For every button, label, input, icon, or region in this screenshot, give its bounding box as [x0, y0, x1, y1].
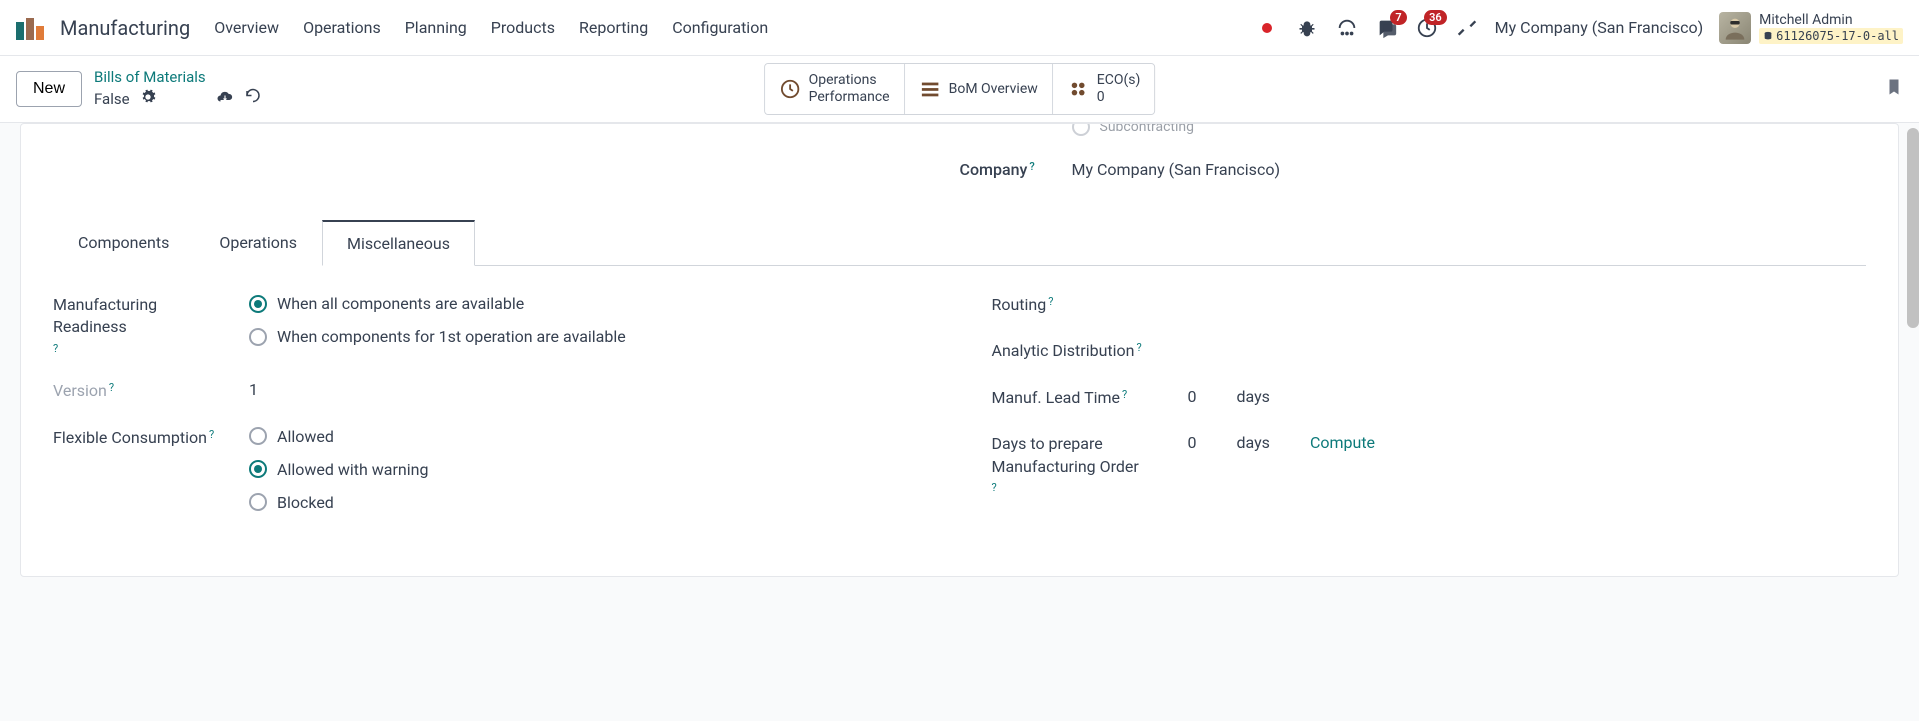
- stat-ecos[interactable]: ECO(s) 0: [1053, 64, 1155, 114]
- help-icon[interactable]: ?: [1029, 160, 1034, 173]
- radio-circle-icon: [1072, 123, 1090, 136]
- readiness-radio-group: When all components are available When c…: [249, 294, 928, 346]
- company-value[interactable]: My Company (San Francisco): [1072, 160, 1281, 179]
- tab-operations[interactable]: Operations: [194, 220, 322, 266]
- help-icon[interactable]: ?: [1122, 387, 1127, 402]
- db-name: 61126075-17-0-all: [1759, 28, 1903, 44]
- activities-badge: 36: [1424, 10, 1447, 25]
- lead-time-unit: days: [1237, 387, 1270, 406]
- stat-label: Performance: [809, 89, 890, 106]
- nav-operations[interactable]: Operations: [303, 18, 381, 37]
- breadcrumb-parent[interactable]: Bills of Materials: [94, 68, 262, 86]
- user-menu[interactable]: Mitchell Admin 61126075-17-0-all: [1719, 12, 1903, 44]
- nav-menu: Overview Operations Planning Products Re…: [214, 18, 768, 37]
- discard-icon[interactable]: [244, 88, 262, 110]
- stat-operations-performance[interactable]: Operations Performance: [765, 64, 905, 114]
- radio-subcontracting[interactable]: Subcontracting: [960, 123, 1867, 136]
- form-sheet: Subcontracting Company? My Company (San …: [20, 123, 1899, 577]
- misc-right-column: Routing? Analytic Distribution? Manuf. L…: [992, 294, 1867, 536]
- topbar-right: 7 36 My Company (San Francisco) Mitchell…: [1255, 12, 1903, 44]
- flex-allowed-warning[interactable]: Allowed with warning: [249, 460, 928, 479]
- breadcrumb: Bills of Materials False: [94, 68, 262, 110]
- flex-allowed[interactable]: Allowed: [249, 427, 928, 446]
- nav-configuration[interactable]: Configuration: [672, 18, 768, 37]
- field-days-to-prepare: Days to prepare Manufacturing Order? 0 d…: [992, 433, 1867, 495]
- stat-label: Operations: [809, 72, 890, 89]
- new-button[interactable]: New: [16, 71, 82, 107]
- field-analytic-distribution: Analytic Distribution?: [992, 340, 1867, 362]
- field-manuf-lead-time: Manuf. Lead Time? 0 days: [992, 387, 1867, 409]
- messages-icon[interactable]: 7: [1375, 16, 1399, 40]
- user-info: Mitchell Admin 61126075-17-0-all: [1759, 12, 1903, 44]
- nav-products[interactable]: Products: [491, 18, 555, 37]
- readiness-all-available[interactable]: When all components are available: [249, 294, 928, 313]
- help-icon[interactable]: ?: [109, 380, 114, 395]
- nav-planning[interactable]: Planning: [405, 18, 467, 37]
- company-switcher[interactable]: My Company (San Francisco): [1495, 18, 1704, 37]
- version-value: 1: [249, 380, 928, 399]
- radio-circle-icon: [249, 460, 267, 478]
- days-prepare-unit: days: [1237, 433, 1270, 452]
- readiness-first-operation[interactable]: When components for 1st operation are av…: [249, 327, 928, 346]
- help-icon[interactable]: ?: [53, 341, 58, 356]
- field-version: Version? 1: [53, 380, 928, 402]
- radio-circle-icon: [249, 295, 267, 313]
- tab-miscellaneous[interactable]: Miscellaneous: [322, 220, 475, 266]
- bug-icon[interactable]: [1295, 16, 1319, 40]
- stat-buttons: Operations Performance BoM Overview ECO(…: [764, 63, 1156, 115]
- flexible-consumption-radio-group: Allowed Allowed with warning Blocked: [249, 427, 928, 512]
- scrollbar[interactable]: [1907, 128, 1919, 328]
- field-manufacturing-readiness: Manufacturing Readiness? When all compon…: [53, 294, 928, 356]
- radio-label: Subcontracting: [1100, 123, 1195, 135]
- compute-button[interactable]: Compute: [1310, 433, 1375, 452]
- support-icon[interactable]: [1335, 16, 1359, 40]
- field-company: Company? My Company (San Francisco): [960, 160, 1867, 179]
- tab-components[interactable]: Components: [53, 220, 194, 266]
- app-name[interactable]: Manufacturing: [60, 16, 190, 40]
- bookmark-icon[interactable]: [1885, 86, 1903, 102]
- avatar-icon: [1719, 12, 1751, 44]
- flex-blocked[interactable]: Blocked: [249, 493, 928, 512]
- stat-value: 0: [1097, 89, 1141, 106]
- user-name: Mitchell Admin: [1759, 12, 1903, 28]
- misc-left-column: Manufacturing Readiness? When all compon…: [53, 294, 928, 536]
- messages-badge: 7: [1390, 10, 1406, 25]
- stat-bom-overview[interactable]: BoM Overview: [905, 64, 1053, 114]
- cloud-save-icon[interactable]: [216, 88, 234, 110]
- radio-circle-icon: [249, 493, 267, 511]
- help-icon[interactable]: ?: [209, 427, 214, 442]
- topbar: Manufacturing Overview Operations Planni…: [0, 0, 1919, 56]
- stat-label: BoM Overview: [949, 81, 1038, 97]
- gear-icon[interactable]: [140, 89, 156, 109]
- activities-icon[interactable]: 36: [1415, 16, 1439, 40]
- tools-icon[interactable]: [1455, 16, 1479, 40]
- lead-time-value[interactable]: 0: [1188, 387, 1197, 406]
- app-logo-icon[interactable]: [16, 16, 48, 40]
- field-flexible-consumption: Flexible Consumption? Allowed Allowed wi…: [53, 427, 928, 512]
- help-icon[interactable]: ?: [1137, 340, 1142, 355]
- field-routing: Routing?: [992, 294, 1867, 316]
- subbar: New Bills of Materials False Operations …: [0, 56, 1919, 123]
- help-icon[interactable]: ?: [1048, 294, 1053, 309]
- days-prepare-value[interactable]: 0: [1188, 433, 1197, 452]
- tab-miscellaneous-panel: Manufacturing Readiness? When all compon…: [53, 266, 1866, 536]
- breadcrumb-current: False: [94, 90, 130, 108]
- tabs: Components Operations Miscellaneous: [53, 219, 1866, 266]
- content: Subcontracting Company? My Company (San …: [0, 123, 1919, 617]
- radio-circle-icon: [249, 328, 267, 346]
- stat-label: ECO(s): [1097, 72, 1141, 89]
- radio-circle-icon: [249, 427, 267, 445]
- help-icon[interactable]: ?: [992, 480, 997, 495]
- recording-dot-icon[interactable]: [1255, 16, 1279, 40]
- nav-reporting[interactable]: Reporting: [579, 18, 648, 37]
- nav-overview[interactable]: Overview: [214, 18, 279, 37]
